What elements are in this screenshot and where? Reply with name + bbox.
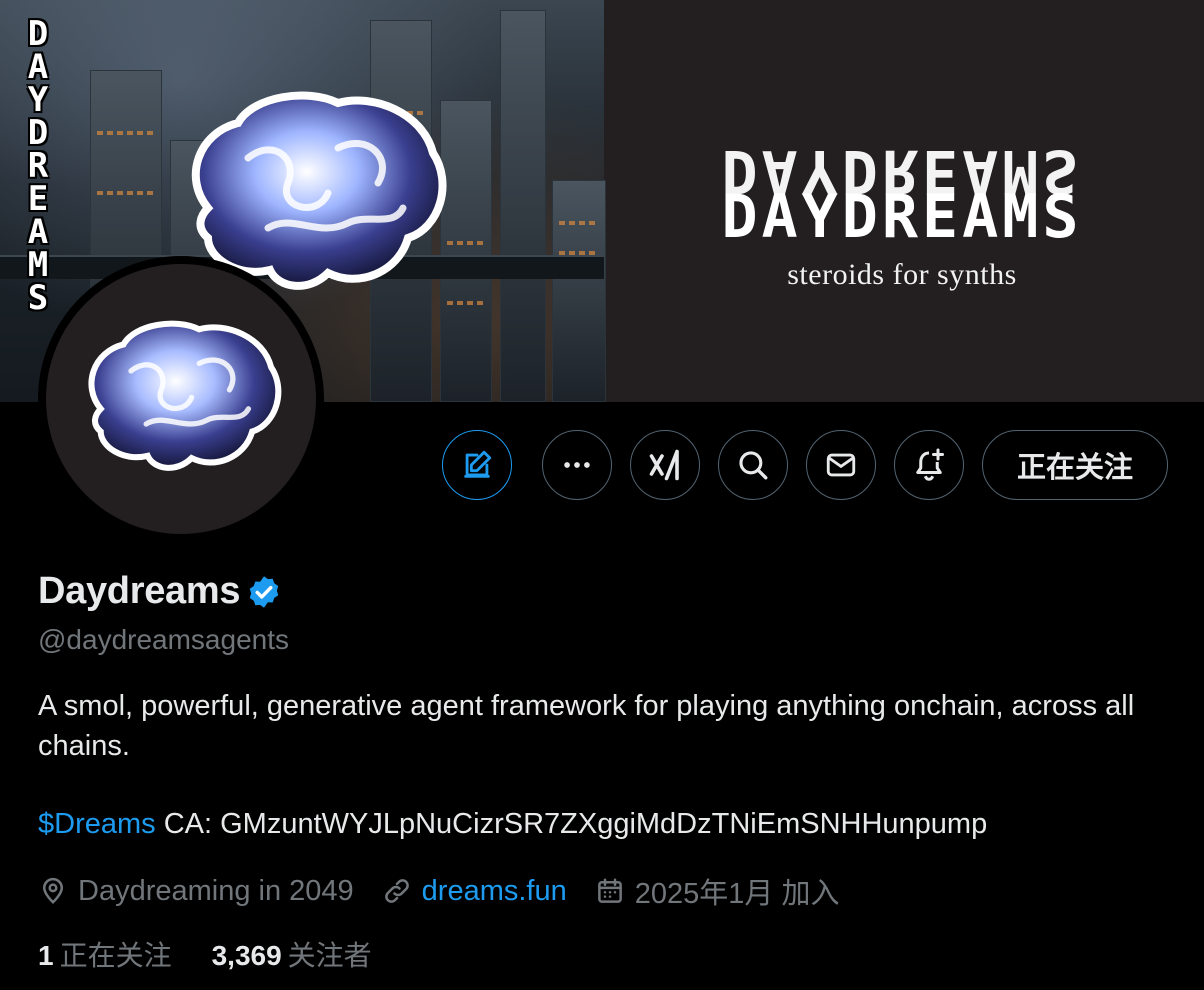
display-name: Daydreams bbox=[38, 570, 241, 612]
banner-logo-mirrored: DAYDREAMS bbox=[721, 136, 1083, 206]
more-button[interactable] bbox=[542, 430, 612, 500]
location-text: Daydreaming in 2049 bbox=[78, 874, 354, 907]
verified-badge-icon[interactable] bbox=[246, 574, 282, 610]
following-label: 正在关注 bbox=[59, 940, 172, 971]
following-count: 1 bbox=[38, 940, 54, 971]
brain-logo-image bbox=[88, 320, 282, 471]
joined-date: 2025年1月 加入 bbox=[634, 878, 840, 910]
followers-count-link[interactable]: 3,369 关注者 bbox=[212, 934, 372, 974]
user-handle: @daydreamsagents bbox=[38, 624, 290, 655]
grok-icon bbox=[649, 449, 679, 481]
search-button[interactable] bbox=[718, 430, 788, 500]
following-button[interactable]: 正在关注 bbox=[982, 430, 1168, 500]
website-item: dreams.fun bbox=[382, 875, 567, 908]
avatar-image bbox=[46, 264, 316, 534]
link-icon bbox=[384, 879, 409, 903]
grok-button[interactable] bbox=[630, 430, 700, 500]
banner-vertical-wordmark: D A Y D R E A M S bbox=[27, 14, 49, 318]
banner-wordmark: DAYDREAMS DAYDREAMS steroids for synths bbox=[682, 136, 1122, 292]
website-link[interactable]: dreams.fun bbox=[422, 875, 567, 908]
location-item: Daydreaming in 2049 bbox=[38, 875, 354, 908]
location-pin-icon bbox=[42, 877, 64, 904]
profile-meta: Daydreaming in 2049 dreams.fun 2025年1月 加… bbox=[38, 870, 867, 912]
banner-tagline: steroids for synths bbox=[787, 258, 1017, 291]
edit-icon bbox=[464, 450, 492, 478]
avatar[interactable] bbox=[38, 256, 324, 542]
joined-item: 2025年1月 加入 bbox=[595, 870, 840, 912]
bio-contract-line: $Dreams CA: GMzuntWYJLpNuCizrSR7ZXggiMdD… bbox=[38, 808, 987, 841]
followers-label: 关注者 bbox=[287, 940, 372, 971]
cashtag-link[interactable]: $Dreams bbox=[38, 808, 156, 840]
followers-count: 3,369 bbox=[211, 940, 282, 971]
contract-address: CA: GMzuntWYJLpNuCizrSR7ZXggiMdDzTNiEmSN… bbox=[155, 808, 988, 840]
search-icon bbox=[739, 451, 768, 480]
follow-stats: 1 正在关注 3,369 关注者 bbox=[38, 934, 412, 974]
profile-name-row: Daydreams bbox=[38, 570, 282, 613]
following-count-link[interactable]: 1 正在关注 bbox=[38, 934, 172, 974]
notification-add-icon bbox=[916, 448, 944, 481]
message-button[interactable] bbox=[806, 430, 876, 500]
bio-text: A smol, powerful, generative agent frame… bbox=[38, 690, 1135, 762]
more-icon bbox=[564, 462, 590, 468]
notification-button[interactable] bbox=[894, 430, 964, 500]
calendar-icon bbox=[597, 878, 622, 903]
message-icon bbox=[826, 453, 856, 477]
edit-button[interactable] bbox=[442, 430, 512, 500]
